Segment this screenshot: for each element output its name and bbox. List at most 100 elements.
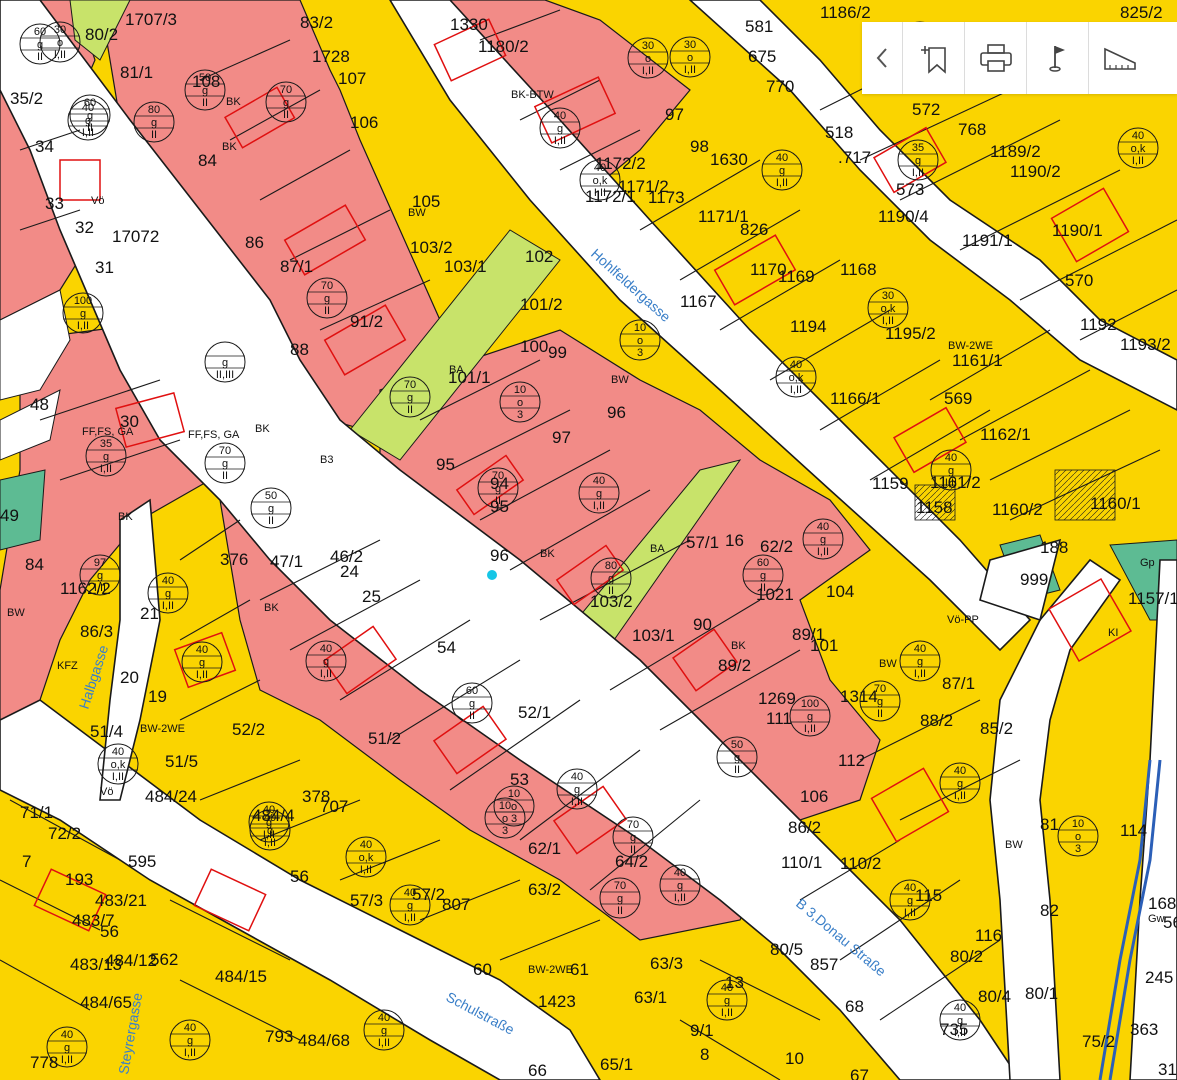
- density-symbol-bot: II: [734, 764, 740, 776]
- flag-pin-icon: [1048, 46, 1065, 72]
- parcel-number: 66: [528, 1061, 547, 1080]
- zone-label: KI: [1108, 627, 1118, 639]
- density-symbol-top: 40: [817, 521, 829, 533]
- parcel-number: 25: [362, 587, 381, 606]
- density-symbol-bot: I,II: [404, 912, 416, 924]
- density-symbol-bot: I,II: [378, 1037, 390, 1049]
- parcel-number: 17072: [112, 227, 159, 246]
- zone-label: BA: [650, 543, 665, 555]
- parcel-number: 80/4: [978, 987, 1011, 1006]
- density-symbol-mid: g: [151, 117, 157, 129]
- parcel-number: 96: [607, 403, 626, 422]
- density-symbol-top: 50: [731, 739, 743, 751]
- density-symbol-mid: g: [97, 570, 103, 582]
- density-symbol-bot: I,II: [912, 167, 924, 179]
- density-symbol-bot: II: [877, 708, 883, 720]
- density-symbol-bot: I,II: [593, 500, 605, 512]
- density-symbol-mid: g: [630, 832, 636, 844]
- density-symbol-mid: o,k: [1131, 143, 1146, 155]
- density-symbol-mid: g: [915, 155, 921, 167]
- parcel-number: 1160/1: [1090, 494, 1141, 513]
- parcel-number: 857: [810, 955, 838, 974]
- print-button[interactable]: [964, 22, 1026, 94]
- parcel-number: 52/1: [518, 703, 551, 722]
- measure-button[interactable]: [1088, 22, 1150, 94]
- parcel-number: 1166/1: [830, 389, 881, 408]
- density-symbol-bot: II: [617, 905, 623, 917]
- parcel-number: 48: [30, 395, 49, 414]
- density-symbol-bot: I,II: [817, 546, 829, 558]
- density-symbol-top: 40: [1132, 130, 1144, 142]
- density-symbol-mid: g: [381, 1025, 387, 1037]
- density-symbol-bot: II: [151, 129, 157, 141]
- parcel-number: 188: [1040, 538, 1068, 557]
- parcel-number: 1160/2: [992, 500, 1043, 519]
- parcel-number: 101: [810, 636, 838, 655]
- parcel-number: 1159: [872, 474, 909, 493]
- marker-button[interactable]: [1026, 22, 1088, 94]
- density-symbol-top: 80: [605, 560, 617, 572]
- zoning-map[interactable]: 1180/21330 5816757701186/2 825/283/2172810…: [0, 0, 1177, 1080]
- parcel-number: 1158: [916, 498, 953, 517]
- density-symbol-top: 70: [614, 880, 626, 892]
- parcel-number: 63/3: [650, 954, 683, 973]
- density-symbol-top: 80: [148, 104, 160, 116]
- density-symbol-top: 40: [61, 1029, 73, 1041]
- zone-label: BK: [226, 96, 241, 108]
- density-symbol-mid: o: [502, 813, 508, 825]
- zone-label: BW: [611, 374, 629, 386]
- density-symbol-mid: g: [760, 570, 766, 582]
- density-symbol-mid: g: [877, 696, 883, 708]
- zone-label: BK: [540, 548, 555, 560]
- parcel-number: 51/5: [165, 752, 198, 771]
- chevron-left-icon: [876, 48, 887, 68]
- parcel-number: 1194: [790, 317, 827, 336]
- density-symbol-top: 40: [554, 110, 566, 122]
- printer-icon: [979, 44, 1012, 72]
- parcel-number: 87/1: [280, 257, 313, 276]
- density-symbol-top: 100: [74, 295, 92, 307]
- parcel-number: 1314: [840, 687, 878, 706]
- parcel-number: 581: [745, 17, 773, 36]
- density-symbol-mid: g: [222, 357, 228, 369]
- parcel-number: 97: [552, 428, 571, 447]
- add-bookmark-button[interactable]: [902, 22, 964, 94]
- parcel-number: 20: [120, 668, 139, 687]
- density-symbol-mid: o: [645, 53, 651, 65]
- density-symbol-bot: I,II: [184, 1047, 196, 1059]
- density-symbol-mid: g: [608, 573, 614, 585]
- density-symbol-mid: g: [948, 465, 954, 477]
- density-symbol-top: 40: [776, 152, 788, 164]
- density-symbol-bot: I,II: [945, 477, 957, 489]
- parcel-number: 484/24: [145, 787, 197, 806]
- density-symbol-bot: I,II: [642, 65, 654, 77]
- density-symbol-bot: 3: [1075, 843, 1081, 855]
- back-button[interactable]: [862, 22, 902, 94]
- density-symbol-top: 40: [571, 771, 583, 783]
- location-marker[interactable]: [487, 570, 497, 580]
- density-symbol-mid: o: [511, 801, 517, 813]
- density-symbol-bot: 3: [511, 813, 517, 825]
- parcel-number: 116: [975, 926, 1002, 945]
- density-symbol-mid: g: [574, 784, 580, 796]
- density-symbol-bot: I,II: [100, 463, 112, 475]
- density-symbol-bot: I,II: [571, 796, 583, 808]
- zone-label: Gp: [1140, 557, 1155, 569]
- parcel-number: 62/1: [528, 839, 561, 858]
- parcel-number: 484/65: [80, 993, 132, 1012]
- parcel-number: 34: [35, 137, 54, 156]
- parcel-number: .717: [838, 148, 871, 167]
- parcel-number: 107: [338, 69, 366, 88]
- density-symbol-bot: II: [268, 515, 274, 527]
- density-symbol-mid: o,k: [593, 175, 608, 187]
- density-symbol-bot: I,II: [320, 668, 332, 680]
- zone-label: BK: [222, 141, 237, 153]
- parcel-number: 707: [320, 797, 348, 816]
- parcel-number: 84: [198, 151, 217, 170]
- density-symbol-mid: g: [957, 778, 963, 790]
- density-symbol-bot: 3: [502, 825, 508, 837]
- parcel-number: 106: [350, 113, 378, 132]
- parcel-number: 1169: [778, 267, 815, 286]
- parcel-number: 484/15: [215, 967, 267, 986]
- density-symbol-mid: g: [165, 588, 171, 600]
